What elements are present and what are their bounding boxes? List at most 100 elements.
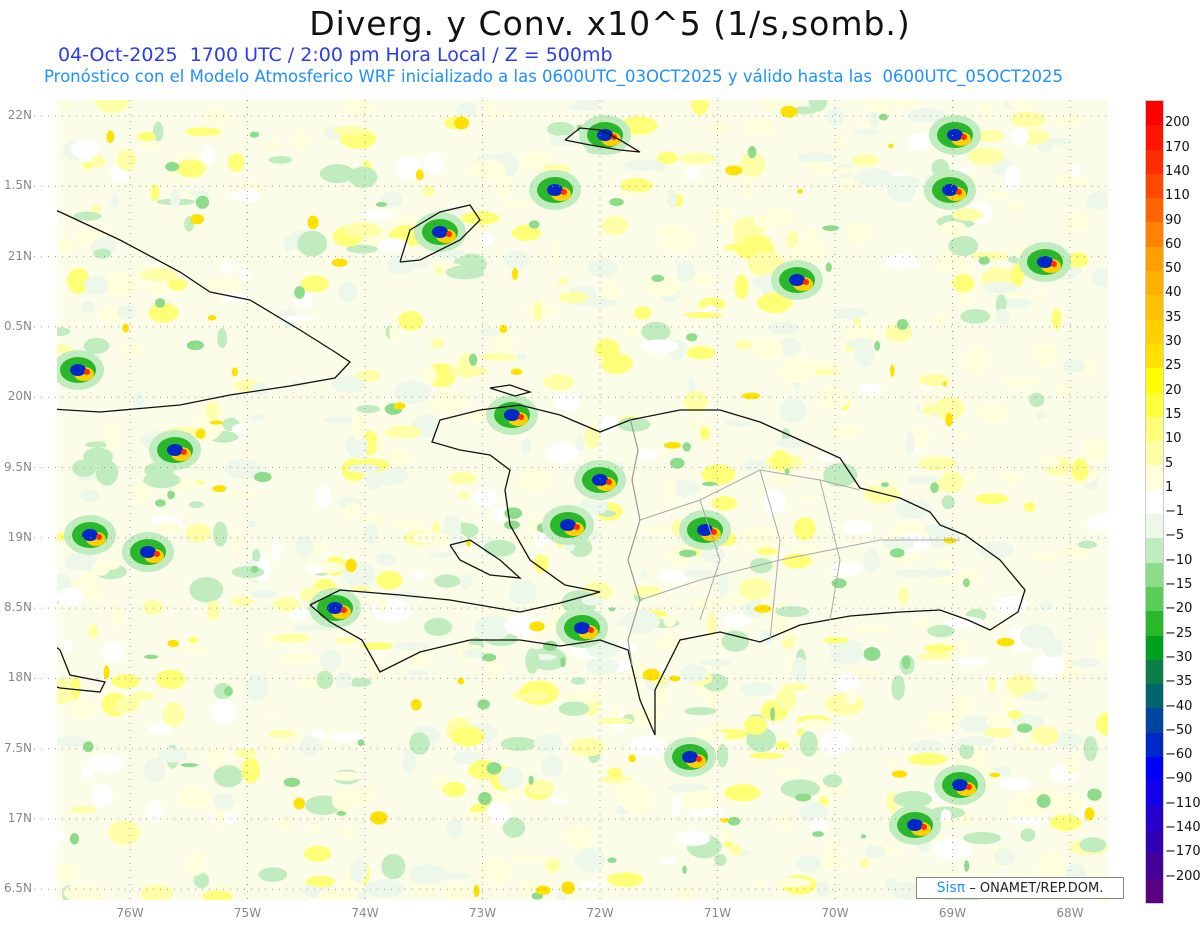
field-patch (64, 638, 73, 653)
field-patch (756, 547, 778, 556)
field-patch (885, 877, 897, 891)
field-patch (768, 322, 799, 335)
field-patch (890, 364, 895, 377)
field-patch (143, 757, 166, 783)
field-patch (386, 256, 414, 276)
field-patch (1040, 455, 1061, 469)
field-patch (964, 860, 970, 872)
field-patch (596, 717, 633, 725)
field-patch (532, 301, 543, 322)
field-patch (451, 726, 485, 747)
convection-cell (446, 231, 452, 237)
field-patch (162, 702, 185, 727)
convection-cell (140, 546, 156, 558)
field-patch (891, 770, 908, 778)
field-patch (485, 802, 510, 826)
field-patch (711, 495, 738, 511)
field-patch (939, 221, 968, 238)
field-patch (878, 113, 889, 121)
field-patch (1036, 794, 1051, 808)
field-patch (84, 274, 109, 296)
field-patch (782, 553, 812, 569)
convection-cell (432, 226, 448, 238)
field-patch (774, 438, 811, 449)
colorbar-bin (1146, 489, 1163, 515)
field-patch (905, 431, 915, 455)
field-patch (402, 749, 417, 774)
colorbar-label: −25 (1165, 625, 1193, 641)
colorbar-bin (1146, 416, 1163, 442)
colorbar-bin (1146, 708, 1163, 733)
field-patch (682, 865, 687, 874)
field-patch (1095, 635, 1108, 660)
field-patch (1006, 203, 1026, 211)
field-patch (167, 278, 188, 291)
colorbar-label: 90 (1165, 212, 1182, 228)
field-patch (188, 501, 205, 509)
field-patch (213, 521, 228, 547)
field-patch (845, 338, 875, 349)
field-patch (628, 754, 636, 763)
field-patch (57, 101, 72, 109)
field-patch (607, 872, 644, 887)
convection-cell (907, 819, 923, 831)
field-patch (963, 831, 1002, 845)
field-patch (231, 188, 261, 203)
field-patch (443, 884, 470, 900)
field-patch (393, 402, 406, 410)
field-patch (686, 377, 696, 393)
colorbar-label: −1 (1165, 504, 1185, 520)
field-patch (167, 639, 180, 648)
field-patch (580, 881, 608, 888)
field-patch (1054, 114, 1083, 128)
field-patch (213, 793, 235, 810)
field-patch (881, 482, 889, 488)
field-patch (422, 366, 437, 386)
field-patch (974, 493, 1009, 505)
field-patch (371, 598, 411, 622)
field-patch (826, 836, 842, 862)
field-patch (155, 669, 186, 690)
field-patch (675, 261, 696, 283)
field-patch (493, 505, 506, 522)
field-patch (244, 674, 269, 701)
field-patch (888, 143, 894, 149)
field-patch (754, 604, 772, 613)
lat-label: 6.5N (3, 881, 32, 896)
field-patch (775, 769, 805, 776)
colorbar-bin (1146, 271, 1163, 296)
field-patch (987, 675, 996, 693)
field-patch (699, 426, 711, 440)
field-patch (1010, 111, 1046, 128)
field-patch (273, 633, 311, 643)
field-patch (551, 797, 568, 805)
field-patch (831, 578, 847, 589)
field-patch (754, 214, 778, 228)
field-patch (57, 238, 76, 255)
field-patch (428, 551, 456, 558)
lon-label: 72W (586, 906, 614, 920)
field-patch (859, 858, 870, 868)
field-patch (93, 248, 112, 259)
field-patch (963, 578, 970, 588)
field-patch (812, 831, 824, 837)
field-patch (335, 672, 353, 690)
field-patch (289, 608, 309, 620)
field-patch (338, 281, 358, 304)
field-patch (561, 881, 575, 895)
field-patch (608, 607, 616, 612)
convection-cell (82, 529, 98, 541)
field-patch (528, 775, 534, 785)
field-patch (682, 442, 691, 452)
field-patch (210, 698, 236, 724)
field-patch (1032, 654, 1065, 677)
lat-label: 8.5N (3, 600, 32, 615)
field-patch (165, 161, 180, 172)
field-patch (914, 618, 930, 628)
colorbar-bin (1146, 538, 1163, 563)
convection-cell (961, 134, 967, 140)
colorbar-bin (1146, 319, 1163, 344)
field-patch (679, 152, 717, 164)
field-patch (655, 225, 689, 238)
field-patch (924, 644, 955, 653)
